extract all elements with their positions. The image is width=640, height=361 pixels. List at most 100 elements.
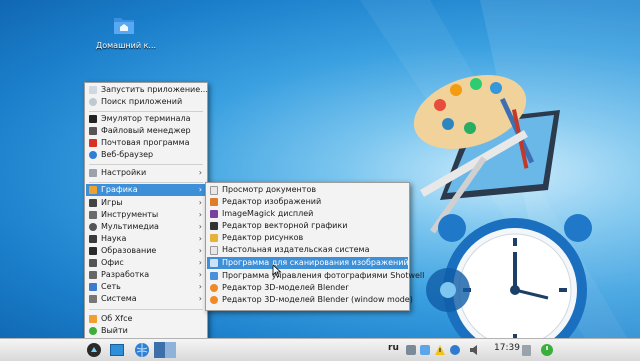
submenu-item-label: ImageMagick дисплей (222, 209, 314, 218)
chevron-right-icon: › (198, 222, 202, 231)
games-icon (89, 199, 97, 207)
menu-separator (89, 111, 203, 112)
network-tray-icon[interactable] (450, 342, 462, 358)
menu-item-development[interactable]: Разработка › (86, 269, 206, 281)
trash-tray-icon[interactable] (522, 342, 534, 358)
blender-icon (210, 296, 218, 304)
submenu-item-label: Программа для сканирования изображений (222, 258, 409, 267)
search-icon (89, 98, 97, 106)
menu-item-label: Сеть (101, 282, 121, 291)
submenu-item-paint-editor[interactable]: Редактор рисунков (207, 232, 408, 244)
menu-item-label: Графика (101, 185, 138, 194)
menu-item-file-manager[interactable]: Файловый менеджер (86, 125, 206, 137)
mouse-cursor-icon (272, 264, 282, 278)
folder-icon (114, 18, 134, 34)
trash-icon (522, 345, 531, 356)
graphics-submenu: Просмотр документов Редактор изображений… (205, 182, 424, 311)
notification-icon (420, 345, 430, 355)
volume-tray-icon[interactable] (468, 342, 482, 358)
menu-item-terminal[interactable]: Эмулятор терминала (86, 113, 206, 125)
menu-item-label: Поиск приложений (101, 97, 183, 106)
chevron-right-icon: › (198, 185, 202, 194)
chevron-right-icon: › (198, 294, 202, 303)
menu-item-education[interactable]: Образование › (86, 245, 206, 257)
menu-item-office[interactable]: Офис › (86, 257, 206, 269)
menu-item-label: Образование (101, 246, 157, 255)
submenu-item-image-editor[interactable]: Редактор изображений (207, 196, 408, 208)
menu-item-run-application[interactable]: Запустить приложение... (86, 84, 208, 96)
home-folder-label: Домашний к... (96, 41, 157, 50)
menu-item-settings[interactable]: Настройки › (86, 167, 206, 179)
submenu-item-scanner[interactable]: Программа для сканирования изображений (207, 257, 409, 269)
menu-item-web-browser[interactable]: Веб-браузер (86, 149, 206, 161)
menu-item-science[interactable]: Наука › (86, 233, 206, 245)
keyboard-layout-indicator[interactable]: ru (388, 343, 399, 353)
start-menu-icon (87, 343, 101, 357)
education-icon (89, 247, 97, 255)
workspace-switcher[interactable] (154, 342, 176, 358)
scanner-icon (210, 259, 218, 267)
xfce-logo-icon (89, 315, 97, 323)
clock[interactable]: 17:39 (494, 343, 520, 353)
submenu-item-label: Редактор рисунков (222, 233, 304, 242)
desktop-icon (110, 344, 124, 356)
power-icon (541, 344, 553, 356)
document-viewer-icon (210, 186, 218, 195)
menu-item-label: Почтовая программа (101, 138, 190, 147)
menu-item-label: Наука (101, 234, 127, 243)
warning-tray-icon[interactable] (434, 342, 446, 358)
menu-item-games[interactable]: Игры › (86, 197, 206, 209)
tools-icon (89, 211, 97, 219)
show-desktop-button[interactable] (110, 342, 124, 358)
menu-item-graphics[interactable]: Графика › (86, 184, 206, 196)
submenu-item-blender-window[interactable]: Редактор 3D-моделей Blender (window mode… (207, 294, 413, 306)
submenu-item-desktop-publishing[interactable]: Настольная издательская система (207, 244, 408, 256)
submenu-item-shotwell[interactable]: Программа управления фотографиями Shotwe… (207, 270, 424, 282)
chevron-right-icon: › (198, 282, 202, 291)
mail-icon (89, 139, 97, 147)
menu-item-accessories[interactable]: Инструменты › (86, 209, 206, 221)
menu-item-label: Разработка (101, 270, 150, 279)
menu-item-label: Система (101, 294, 137, 303)
workspace-1[interactable] (154, 342, 165, 358)
chevron-right-icon: › (198, 210, 202, 219)
image-editor-icon (210, 198, 218, 206)
shutdown-button[interactable] (540, 342, 554, 358)
imagemagick-icon (210, 210, 218, 218)
blender-icon (210, 284, 218, 292)
menu-item-logout[interactable]: Выйти (86, 325, 206, 337)
workspace-2[interactable] (165, 342, 176, 358)
submenu-item-blender[interactable]: Редактор 3D-моделей Blender (207, 282, 408, 294)
taskbar: ru 17:39 (0, 338, 640, 361)
menu-item-label: Файловый менеджер (101, 126, 191, 135)
menu-item-app-finder[interactable]: Поиск приложений (86, 96, 206, 108)
logout-icon (89, 327, 97, 335)
warning-icon (435, 345, 445, 355)
updates-tray-icon[interactable] (406, 342, 418, 358)
notifications-tray-icon[interactable] (420, 342, 432, 358)
chevron-right-icon: › (198, 168, 202, 177)
menu-item-mail[interactable]: Почтовая программа (86, 137, 206, 149)
menu-item-multimedia[interactable]: Мультимедиа › (86, 221, 206, 233)
home-folder-desktop-icon[interactable]: Домашний к... (96, 14, 157, 50)
multimedia-icon (89, 223, 97, 231)
development-icon (89, 271, 97, 279)
network-icon (89, 283, 97, 291)
menu-item-label: Эмулятор терминала (101, 114, 191, 123)
updates-icon (406, 345, 416, 355)
shotwell-icon (210, 272, 218, 280)
web-browser-launcher[interactable] (134, 342, 150, 358)
chevron-right-icon: › (198, 198, 202, 207)
menu-item-system[interactable]: Система › (86, 293, 206, 305)
terminal-icon (89, 115, 97, 123)
office-icon (89, 259, 97, 267)
submenu-item-label: Редактор изображений (222, 197, 322, 206)
vector-editor-icon (210, 222, 218, 230)
globe-icon (135, 343, 149, 357)
menu-item-network[interactable]: Сеть › (86, 281, 206, 293)
submenu-item-vector-editor[interactable]: Редактор векторной графики (207, 220, 408, 232)
menu-item-about-xfce[interactable]: Об Xfce (86, 313, 206, 325)
start-menu-button[interactable] (86, 342, 102, 358)
submenu-item-imagemagick[interactable]: ImageMagick дисплей (207, 208, 408, 220)
submenu-item-document-viewer[interactable]: Просмотр документов (207, 184, 408, 196)
